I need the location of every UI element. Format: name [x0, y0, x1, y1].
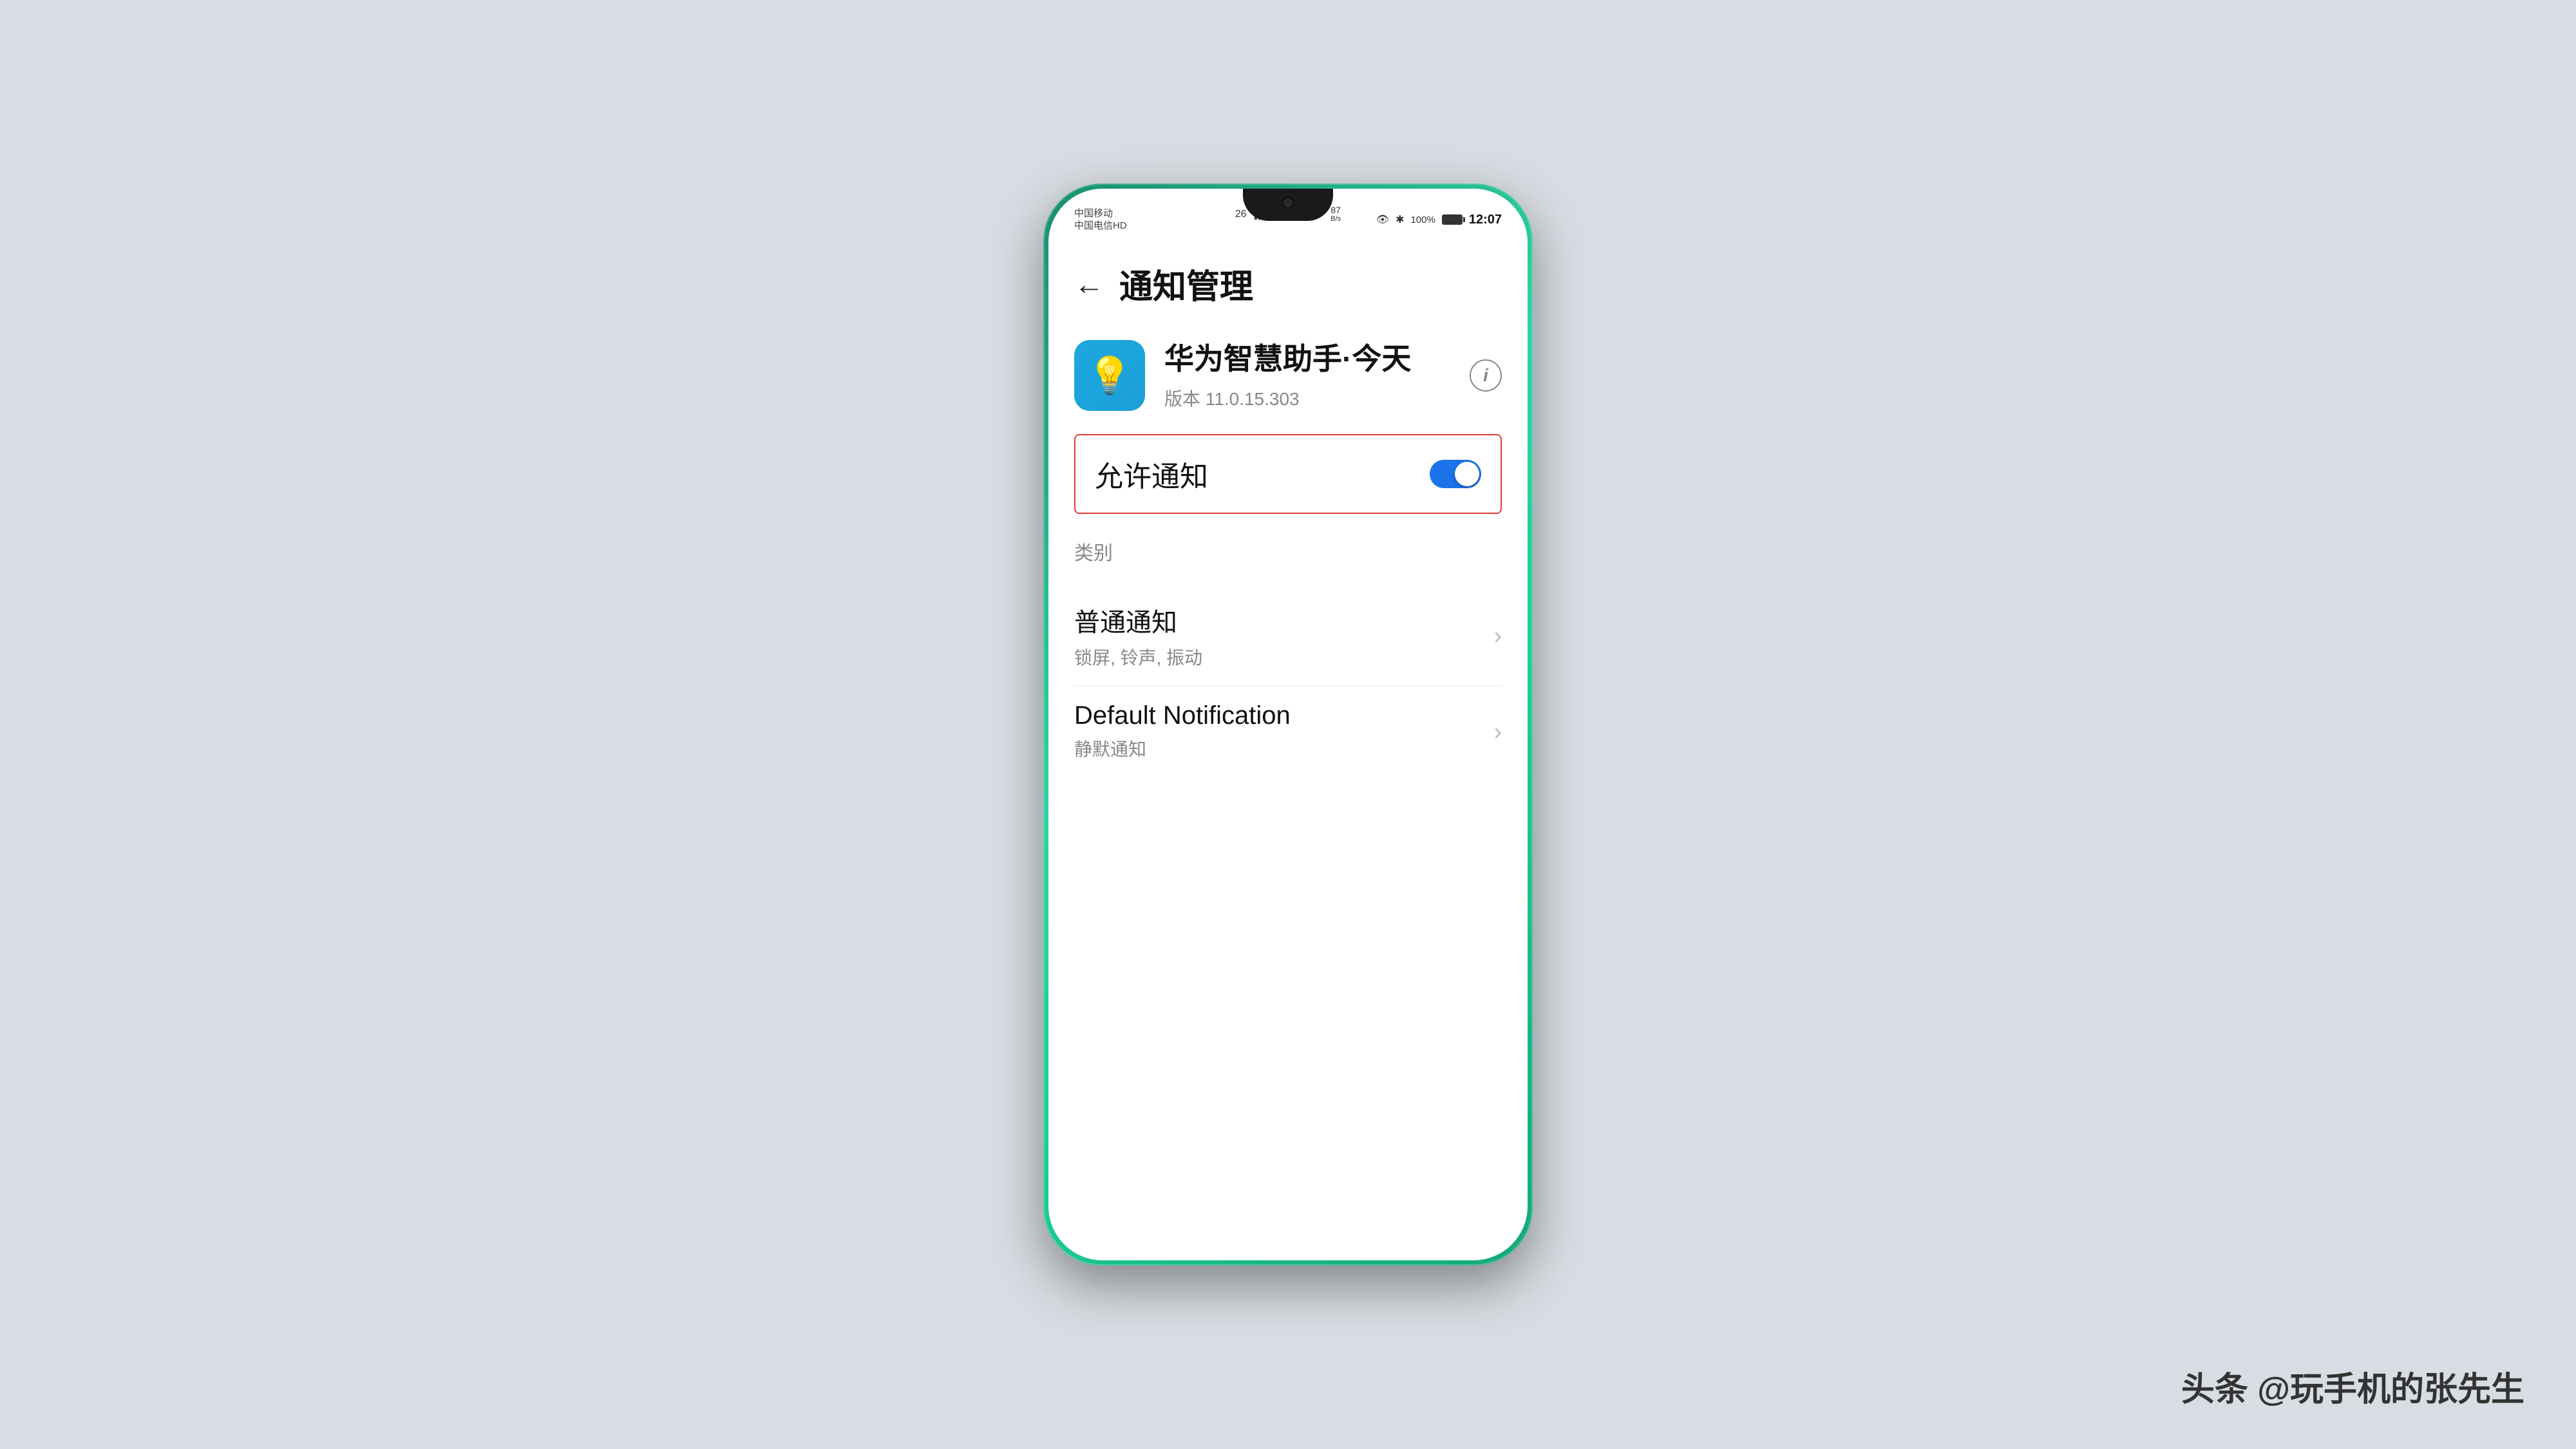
- content: ← 通知管理 💡 华为智慧助手·今天 版本 11.0.15.303 i: [1048, 240, 1528, 1260]
- info-button[interactable]: i: [1470, 359, 1502, 392]
- notif-title-1: Default Notification: [1074, 701, 1481, 730]
- status-bar: 中国移动 中国电信HD 26 46: [1048, 189, 1528, 240]
- battery-icon: [1442, 214, 1463, 225]
- chevron-right-1: ›: [1494, 718, 1502, 745]
- page-title: 通知管理: [1119, 260, 1253, 308]
- notification-items-list: 普通通知 锁屏, 铃声, 振动 › Default Notification 静…: [1048, 586, 1528, 777]
- notif-text-1: Default Notification 静默通知: [1074, 701, 1481, 761]
- app-version: 版本 11.0.15.303: [1164, 385, 1470, 411]
- app-icon: 💡: [1074, 340, 1145, 411]
- clock: 12:07: [1469, 213, 1502, 227]
- bluetooth-icon: ✱: [1396, 213, 1404, 226]
- app-details: 华为智慧助手·今天 版本 11.0.15.303: [1164, 340, 1470, 411]
- header: ← 通知管理: [1048, 240, 1528, 321]
- phone-shell: 中国移动 中国电信HD 26 46: [1043, 184, 1533, 1265]
- network-speed: 87: [1331, 205, 1341, 215]
- battery-container: [1442, 214, 1463, 225]
- signal1-label: 26: [1235, 209, 1247, 220]
- allow-notifications-label: 允许通知: [1095, 453, 1208, 495]
- notif-subtitle-0: 锁屏, 铃声, 振动: [1074, 644, 1481, 670]
- status-right: 👁 ✱ 100% 12:07: [1376, 213, 1502, 227]
- chevron-right-0: ›: [1494, 622, 1502, 649]
- notification-item-1[interactable]: Default Notification 静默通知 ›: [1048, 686, 1528, 777]
- battery-fill: [1443, 216, 1461, 223]
- bulb-icon: 💡: [1087, 354, 1132, 397]
- phone-screen: 中国移动 中国电信HD 26 46: [1048, 189, 1528, 1260]
- watermark: 头条 @玩手机的张先生: [2181, 1362, 2524, 1410]
- info-icon: i: [1483, 365, 1488, 386]
- battery-percent: 100%: [1410, 214, 1435, 225]
- back-button[interactable]: ←: [1074, 267, 1104, 301]
- phone-inner: 中国移动 中国电信HD 26 46: [1048, 189, 1528, 1260]
- notification-item-0[interactable]: 普通通知 锁屏, 铃声, 振动 ›: [1048, 586, 1528, 685]
- category-section: 类别: [1048, 514, 1528, 586]
- app-info-section: 💡 华为智慧助手·今天 版本 11.0.15.303 i: [1048, 321, 1528, 434]
- carrier1: 中国移动: [1074, 207, 1127, 220]
- notif-title-0: 普通通知: [1074, 601, 1481, 639]
- status-left: 中国移动 中国电信HD: [1074, 207, 1127, 232]
- allow-notifications-toggle[interactable]: [1430, 460, 1481, 488]
- allow-notifications-row[interactable]: 允许通知: [1074, 434, 1502, 514]
- toggle-thumb: [1455, 462, 1479, 486]
- eye-icon: 👁: [1376, 213, 1389, 226]
- notif-subtitle-1: 静默通知: [1074, 735, 1481, 761]
- notif-text-0: 普通通知 锁屏, 铃声, 振动: [1074, 601, 1481, 670]
- app-name: 华为智慧助手·今天: [1164, 340, 1470, 379]
- category-label: 类别: [1074, 537, 1502, 565]
- network-unit: B/s: [1331, 215, 1341, 223]
- camera: [1282, 196, 1294, 209]
- notch: [1243, 189, 1333, 221]
- carrier2: 中国电信HD: [1074, 220, 1127, 232]
